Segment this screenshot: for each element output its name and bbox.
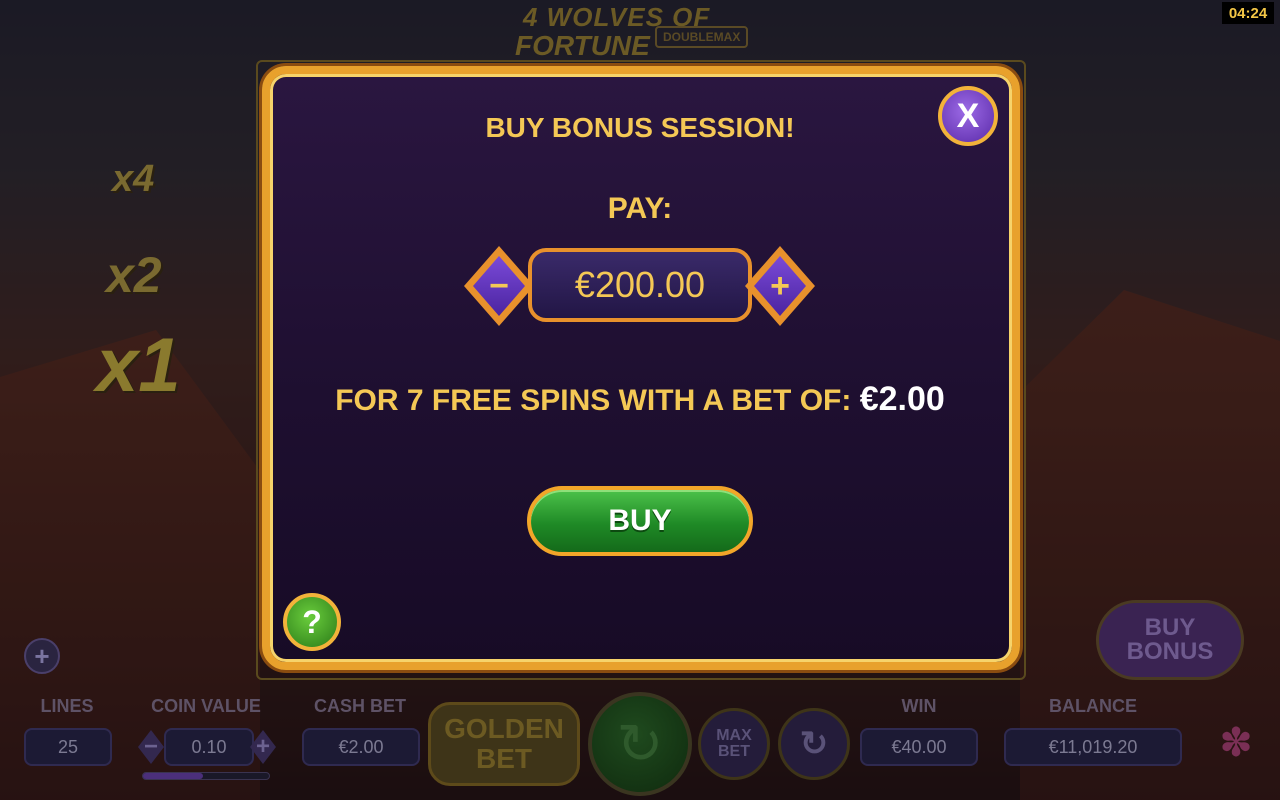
autoplay-icon: ↻ xyxy=(799,725,829,763)
pay-label: PAY: xyxy=(607,192,673,225)
autoplay-button[interactable]: ↻ xyxy=(778,708,850,780)
side-plus-button[interactable]: + xyxy=(24,638,60,674)
pay-amount: €200.00 xyxy=(528,248,752,322)
multiplier-x2: x2 xyxy=(106,247,162,303)
logo-badge: DOUBLEMAX xyxy=(655,26,749,48)
close-button[interactable]: X xyxy=(938,86,998,146)
golden-bet-line2: BET xyxy=(476,743,532,774)
logo-line2: FORTUNE xyxy=(515,30,650,61)
modal-title: BUY BONUS SESSION! xyxy=(485,112,795,143)
clock: 04:24 xyxy=(1222,2,1274,24)
max-bet-line1: MAX xyxy=(716,727,752,744)
buy-bonus-line2: BONUS xyxy=(1126,638,1214,665)
cash-bet-label: CASH BET xyxy=(313,696,406,716)
golden-bet-line1: GOLDEN xyxy=(444,713,564,744)
free-spins-bet-value: €2.00 xyxy=(859,380,945,418)
free-spins-description: FOR 7 FREE SPINS WITH A BET OF: €2.00 xyxy=(0,380,1280,419)
buy-bonus-line1: BUY xyxy=(1144,614,1196,641)
max-bet-line2: BET xyxy=(718,743,750,760)
coin-value-label: COIN VALUE xyxy=(151,696,261,716)
balance-value: €11,019.20 xyxy=(1004,728,1182,766)
win-label: WIN xyxy=(901,696,937,716)
balance-label: BALANCE xyxy=(1049,696,1137,716)
coin-value: 0.10 xyxy=(164,728,254,766)
coin-value-slider-fill xyxy=(143,773,204,779)
lines-label: LINES xyxy=(40,696,94,716)
buy-bonus-button[interactable]: BUY BONUS xyxy=(1096,600,1244,680)
lines-value: 25 xyxy=(24,728,112,766)
spin-arrow-icon: ↻ xyxy=(616,712,664,775)
max-bet-button[interactable]: MAX BET xyxy=(698,708,770,780)
close-icon: X xyxy=(956,96,980,135)
game-logo: 4 WOLVES OF FORTUNE DOUBLEMAX xyxy=(515,2,777,62)
yggdrasil-tree-icon: ✽ xyxy=(1219,721,1253,765)
spin-button[interactable]: ↻ xyxy=(588,692,692,796)
help-button[interactable]: ? xyxy=(283,593,341,651)
coin-value-slider[interactable] xyxy=(142,772,270,780)
help-icon: ? xyxy=(302,603,322,640)
win-value: €40.00 xyxy=(860,728,978,766)
buy-button[interactable]: BUY xyxy=(527,486,753,556)
buy-bonus-modal xyxy=(262,66,1020,670)
golden-bet-button[interactable]: GOLDEN BET xyxy=(428,702,580,786)
cash-bet-value: €2.00 xyxy=(302,728,420,766)
free-spins-text: FOR 7 FREE SPINS WITH A BET OF: xyxy=(335,384,852,417)
